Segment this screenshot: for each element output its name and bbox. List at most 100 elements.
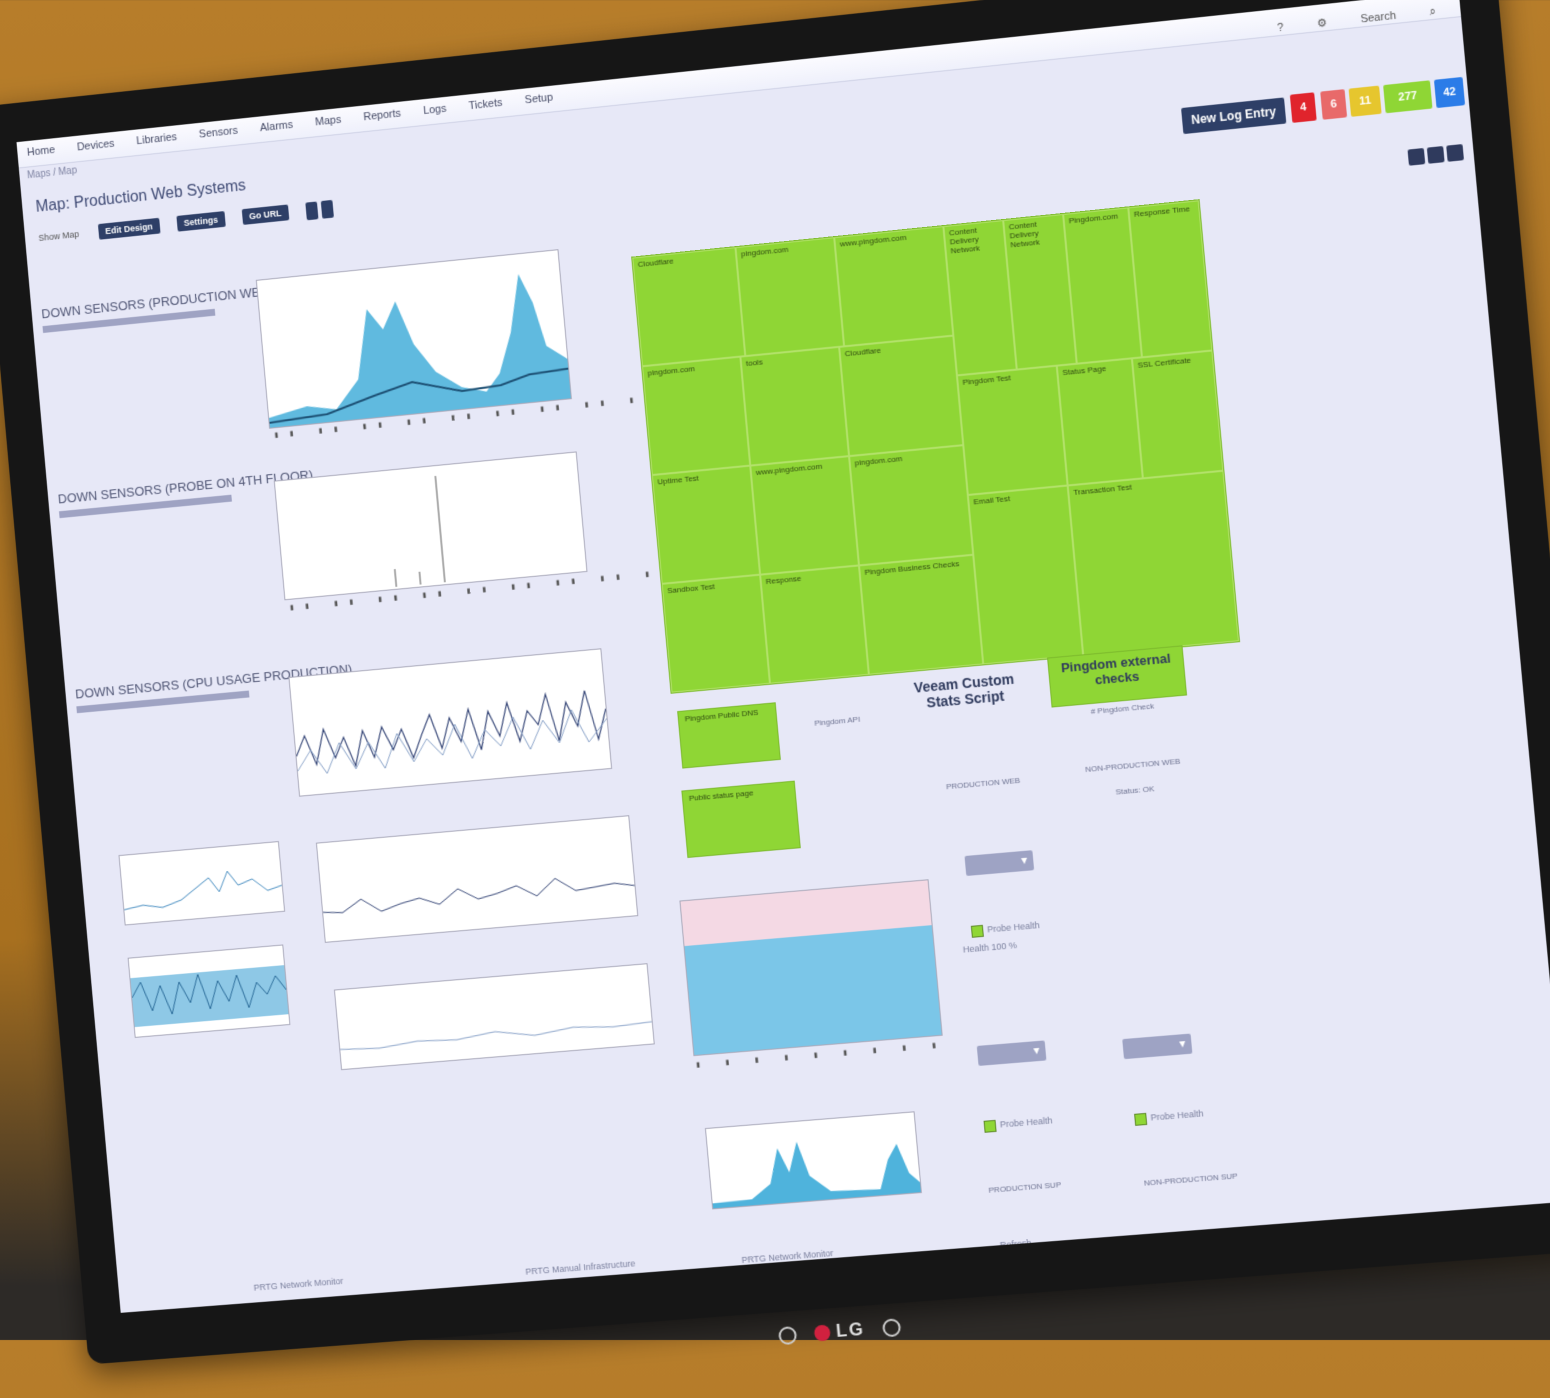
response-time-graph bbox=[257, 250, 571, 427]
treemap-cell[interactable]: pingdom.com bbox=[642, 357, 750, 475]
help-icon[interactable]: ? bbox=[1266, 15, 1294, 36]
menu-alarms[interactable]: Alarms bbox=[249, 112, 303, 135]
bottom-chart[interactable] bbox=[705, 1111, 922, 1209]
status-item-2[interactable]: PRTG Manual Infrastructure bbox=[525, 1258, 636, 1276]
treemap-cell[interactable]: Status Page bbox=[1057, 358, 1143, 485]
treemap-cell[interactable]: Pingdom Test bbox=[957, 366, 1068, 495]
view-icon-3[interactable] bbox=[1446, 144, 1464, 162]
small-chart-2[interactable] bbox=[128, 944, 291, 1037]
health-row-1: Health 100 % bbox=[963, 940, 1018, 955]
settings-button[interactable]: Settings bbox=[177, 211, 226, 232]
monitor-screen: Home Devices Libraries Sensors Alarms Ma… bbox=[17, 0, 1550, 1313]
search-icon[interactable]: ⌕ bbox=[1418, 0, 1446, 20]
probe-health-label: Probe Health bbox=[987, 920, 1040, 934]
temperature-chart[interactable] bbox=[679, 879, 942, 1056]
toolbar-icon-2[interactable] bbox=[321, 200, 334, 219]
treemap-cell[interactable]: Email Test bbox=[968, 485, 1083, 664]
lg-mark-icon bbox=[814, 1325, 831, 1342]
status-item-1[interactable]: PRTG Network Monitor bbox=[253, 1276, 343, 1293]
probe-health-label: Probe Health bbox=[1000, 1116, 1053, 1130]
menu-logs[interactable]: Logs bbox=[412, 96, 456, 118]
treemap-cell[interactable]: Cloudflare bbox=[839, 336, 963, 457]
treemap-cell[interactable]: Response Time bbox=[1128, 200, 1212, 357]
menu-devices[interactable]: Devices bbox=[66, 131, 124, 155]
lg-logo: LG bbox=[760, 1315, 919, 1348]
button-icon bbox=[882, 1318, 901, 1337]
health-value: 100 % bbox=[991, 940, 1017, 952]
pingdom-public-dns-tile[interactable]: Pingdom Public DNS bbox=[677, 702, 781, 768]
public-status-page-tile[interactable]: Public status page bbox=[681, 781, 800, 858]
toolbar-icon-1[interactable] bbox=[305, 201, 318, 220]
treemap-cell[interactable]: www.pingdom.com bbox=[750, 456, 859, 575]
status-item-3[interactable]: PRTG Network Monitor bbox=[741, 1248, 834, 1265]
non-production-sup-label: NON-PRODUCTION SUP bbox=[1125, 1170, 1257, 1189]
probe-health-3: Probe Health bbox=[1134, 1108, 1204, 1126]
treemap-cell[interactable]: Response bbox=[760, 565, 869, 683]
menu-sensors[interactable]: Sensors bbox=[188, 118, 248, 142]
check-icon bbox=[984, 1120, 997, 1133]
menu-tickets[interactable]: Tickets bbox=[458, 90, 513, 113]
treemap-cell[interactable]: Pingdom Business Checks bbox=[859, 555, 983, 675]
veeam-script-label: Veeam Custom Stats Script bbox=[898, 669, 1030, 713]
small-graph-1 bbox=[120, 842, 285, 924]
pingdom-api-label: Pingdom API bbox=[797, 713, 877, 729]
treemap-cell[interactable]: Cloudflare bbox=[632, 247, 745, 366]
breadcrumb[interactable]: Maps / Map bbox=[27, 165, 78, 181]
temperature-graph bbox=[680, 880, 941, 1055]
view-icon-2[interactable] bbox=[1427, 146, 1445, 164]
small-graph-2 bbox=[129, 946, 290, 1037]
status-unusual-badge[interactable]: 11 bbox=[1349, 86, 1382, 117]
show-map-label[interactable]: Show Map bbox=[38, 229, 79, 243]
sensor-treemap: Cloudflare pingdom.com www.pingdom.com C… bbox=[631, 199, 1240, 694]
probe-graph bbox=[275, 452, 587, 599]
map-title: Map: Production Web Systems bbox=[35, 177, 247, 216]
go-url-button[interactable]: Go URL bbox=[242, 205, 289, 225]
pingdom-external-checks-tile[interactable]: Pingdom external checks bbox=[1047, 645, 1187, 707]
response-time-chart[interactable] bbox=[256, 249, 572, 429]
treemap-cell[interactable]: pingdom.com bbox=[735, 237, 844, 356]
small-chart-1[interactable] bbox=[118, 841, 285, 925]
production-web-dropdown[interactable] bbox=[965, 850, 1035, 876]
menu-maps[interactable]: Maps bbox=[305, 107, 352, 129]
non-production-web-label: NON-PRODUCTION WEB bbox=[1067, 755, 1198, 775]
menu-libraries[interactable]: Libraries bbox=[126, 124, 187, 148]
health-label: Health bbox=[963, 942, 990, 954]
non-production-web-status: Status: OK bbox=[1069, 780, 1200, 800]
middle-chart-2[interactable] bbox=[334, 963, 655, 1070]
production-web-label: PRODUCTION WEB bbox=[938, 775, 1029, 792]
status-down-badge[interactable]: 4 bbox=[1290, 92, 1317, 123]
middle-graph-2 bbox=[335, 964, 654, 1069]
treemap-cell[interactable]: pingdom.com bbox=[849, 445, 973, 565]
treemap-cell[interactable]: Uptime Test bbox=[652, 466, 760, 584]
production-sup-dropdown[interactable] bbox=[977, 1040, 1047, 1066]
refresh-status[interactable]: Refresh bbox=[999, 1238, 1031, 1250]
probe-chart[interactable] bbox=[274, 451, 588, 600]
probe-health-1: Probe Health bbox=[971, 920, 1041, 938]
new-log-entry-button[interactable]: New Log Entry bbox=[1181, 97, 1286, 134]
treemap-cell[interactable]: www.pingdom.com bbox=[834, 226, 953, 346]
middle-graph-1 bbox=[317, 816, 637, 942]
probe-health-2: Probe Health bbox=[984, 1115, 1054, 1132]
treemap-cell[interactable]: Transaction Test bbox=[1068, 471, 1239, 656]
menu-setup[interactable]: Setup bbox=[514, 85, 563, 108]
status-up-badge[interactable]: 277 bbox=[1383, 80, 1432, 113]
status-paused-badge[interactable]: 42 bbox=[1434, 77, 1465, 108]
view-buttons bbox=[1404, 144, 1464, 171]
treemap-cell[interactable]: Sandbox Test bbox=[662, 575, 770, 693]
treemap-cell[interactable]: SSL Certificate bbox=[1132, 350, 1223, 478]
check-icon bbox=[971, 925, 984, 938]
menu-bar: Home Devices Libraries Sensors Alarms Ma… bbox=[17, 0, 1462, 168]
search-label[interactable]: Search bbox=[1349, 3, 1406, 27]
settings-icon[interactable]: ⚙ bbox=[1306, 9, 1338, 31]
menu-reports[interactable]: Reports bbox=[353, 101, 411, 125]
menu-home[interactable]: Home bbox=[17, 137, 66, 159]
treemap-cell[interactable]: tools bbox=[740, 347, 849, 466]
non-production-sup-dropdown[interactable] bbox=[1122, 1034, 1192, 1060]
status-warning-badge[interactable]: 6 bbox=[1320, 89, 1347, 120]
production-sup-label: PRODUCTION SUP bbox=[974, 1179, 1075, 1196]
top-tools: ? ⚙ Search ⌕ bbox=[1256, 0, 1447, 37]
edit-design-button[interactable]: Edit Design bbox=[98, 218, 160, 240]
bottom-graph bbox=[706, 1112, 921, 1208]
view-icon-1[interactable] bbox=[1408, 148, 1426, 166]
middle-chart-1[interactable] bbox=[316, 815, 638, 943]
